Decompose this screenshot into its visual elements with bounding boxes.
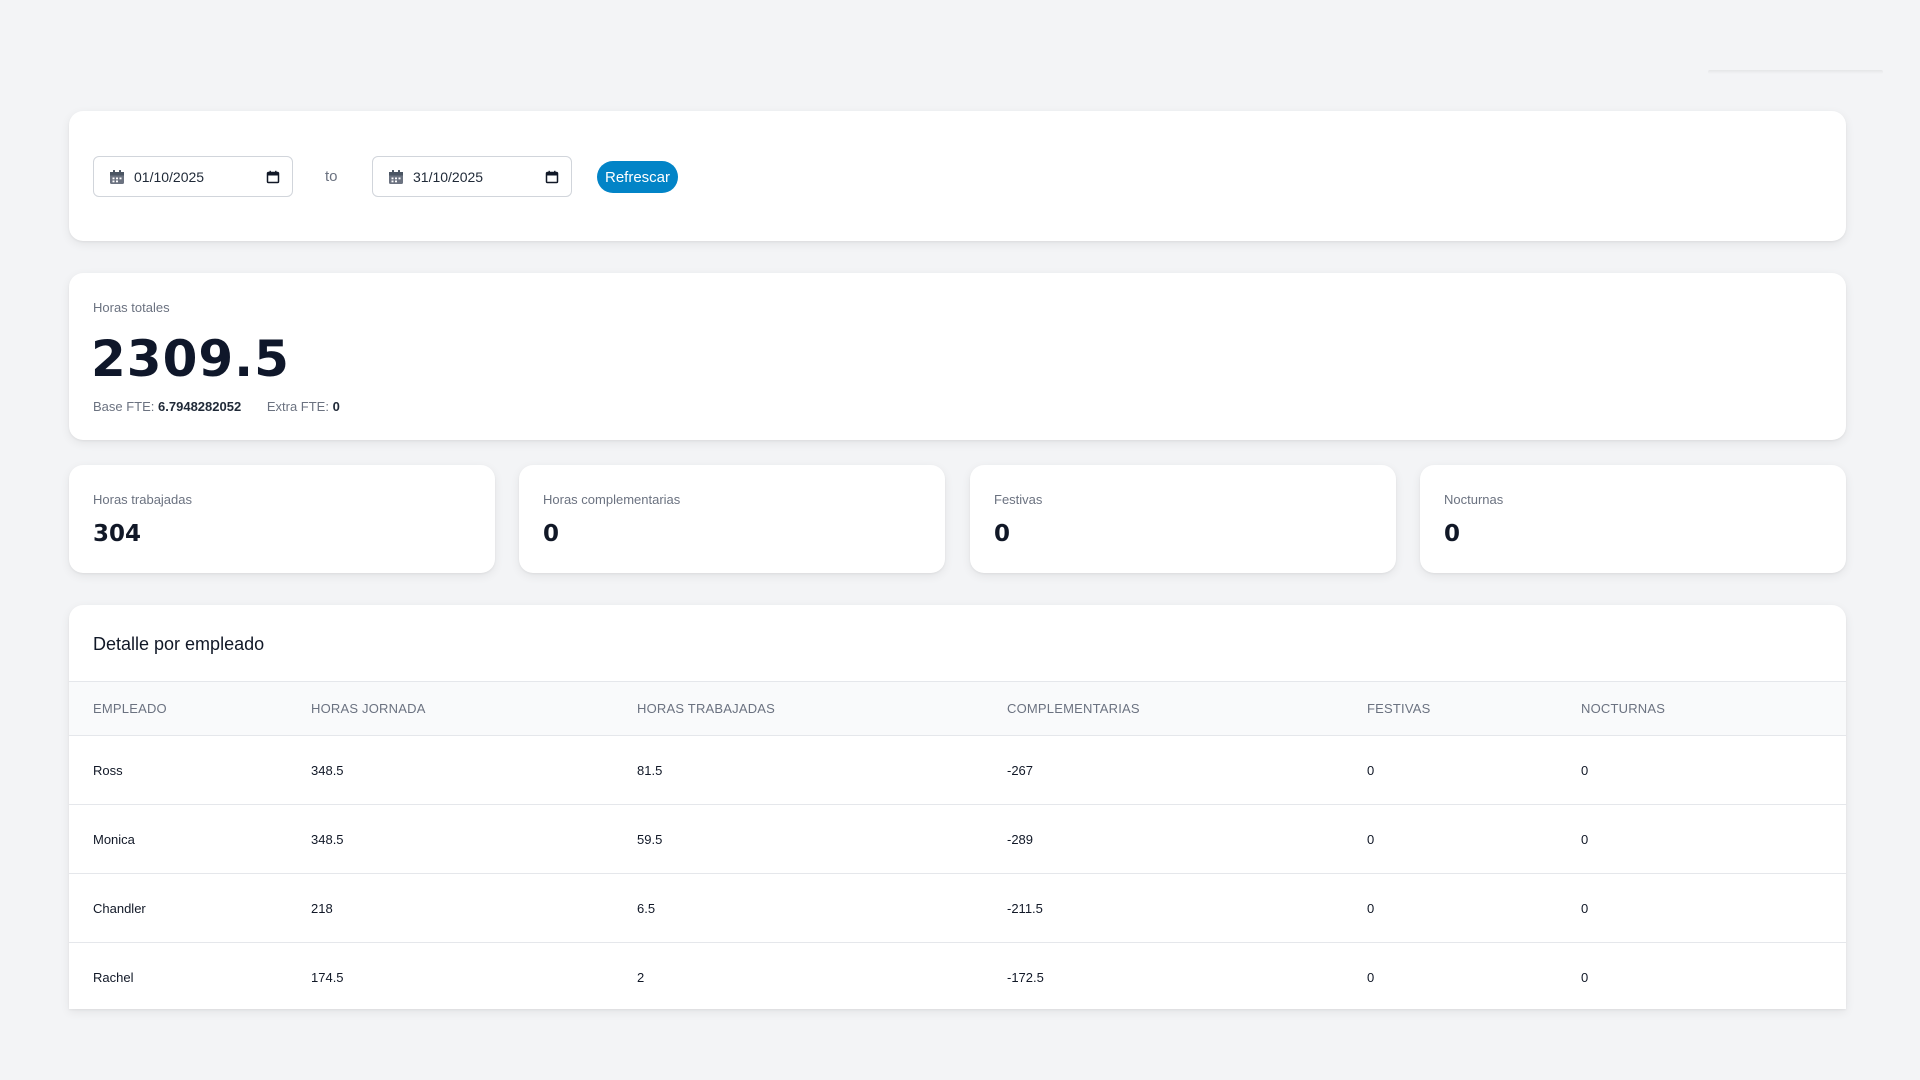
cell-night: 0: [1581, 942, 1846, 1009]
to-label: to: [325, 168, 338, 185]
table-row[interactable]: Rachel 174.5 2 -172.5 0 0: [69, 942, 1846, 1009]
date-picker-icon[interactable]: [266, 170, 280, 184]
cell-complementary: -172.5: [1007, 942, 1367, 1009]
from-date-value: 01/10/2025: [134, 168, 205, 185]
stat-label: Nocturnas: [1444, 492, 1504, 507]
cell-employee: Ross: [69, 735, 311, 805]
total-hours-card: Horas totales 2309.5 Base FTE: 6.7948282…: [69, 273, 1846, 440]
total-hours-label: Horas totales: [93, 300, 170, 315]
calendar-icon: [110, 169, 124, 184]
stat-card-holiday-hours: Festivas 0: [970, 465, 1396, 573]
employee-table: EMPLEADO HORAS JORNADA HORAS TRABAJADAS …: [69, 681, 1846, 1009]
cell-scheduled-hours: 174.5: [311, 942, 637, 1009]
cell-employee: Monica: [69, 804, 311, 874]
cell-scheduled-hours: 348.5: [311, 804, 637, 874]
cell-scheduled-hours: 218: [311, 873, 637, 943]
column-header-worked-hours[interactable]: HORAS TRABAJADAS: [637, 681, 1007, 736]
cell-night: 0: [1581, 804, 1846, 874]
stat-value: 0: [543, 521, 560, 547]
table-row[interactable]: Ross 348.5 81.5 -267 0 0: [69, 735, 1846, 805]
table-row[interactable]: Chandler 218 6.5 -211.5 0 0: [69, 873, 1846, 943]
cell-holidays: 0: [1367, 942, 1581, 1009]
base-fte-value: 6.7948282052: [158, 399, 242, 414]
stat-label: Festivas: [994, 492, 1043, 507]
column-header-night[interactable]: NOCTURNAS: [1581, 681, 1846, 736]
stat-card-worked-hours: Horas trabajadas 304: [69, 465, 495, 573]
column-header-holidays[interactable]: FESTIVAS: [1367, 681, 1581, 736]
column-header-employee[interactable]: EMPLEADO: [69, 681, 311, 736]
date-picker-icon[interactable]: [545, 170, 559, 184]
base-fte-label: Base FTE:: [93, 399, 155, 414]
stat-value: 0: [1444, 521, 1461, 547]
employee-detail-card: Detalle por empleado EMPLEADO HORAS JORN…: [69, 605, 1846, 1009]
to-date-value: 31/10/2025: [413, 168, 484, 185]
cell-worked-hours: 59.5: [637, 804, 1007, 874]
cell-worked-hours: 2: [637, 942, 1007, 1009]
top-shadow-bar: [1708, 70, 1883, 74]
column-header-scheduled-hours[interactable]: HORAS JORNADA: [311, 681, 637, 736]
refresh-button[interactable]: Refrescar: [597, 161, 679, 193]
stat-label: Horas complementarias: [543, 492, 681, 507]
stat-card-complementary-hours: Horas complementarias 0: [519, 465, 945, 573]
from-date-input[interactable]: 01/10/2025: [93, 156, 293, 197]
extra-fte-value: 0: [332, 399, 340, 414]
stat-value: 304: [93, 521, 142, 547]
date-filter-card: 01/10/2025 to 31/10/2025 Refrescar: [69, 111, 1846, 241]
cell-holidays: 0: [1367, 873, 1581, 943]
cell-worked-hours: 6.5: [637, 873, 1007, 943]
fte-summary: Base FTE: 6.7948282052 Extra FTE: 0: [93, 399, 340, 414]
cell-employee: Chandler: [69, 873, 311, 943]
stat-value: 0: [994, 521, 1011, 547]
cell-scheduled-hours: 348.5: [311, 735, 637, 805]
cell-complementary: -211.5: [1007, 873, 1367, 943]
extra-fte-label: Extra FTE:: [266, 399, 329, 414]
cell-holidays: 0: [1367, 735, 1581, 805]
column-header-complementary[interactable]: COMPLEMENTARIAS: [1007, 681, 1367, 736]
cell-night: 0: [1581, 873, 1846, 943]
cell-worked-hours: 81.5: [637, 735, 1007, 805]
table-header-row: EMPLEADO HORAS JORNADA HORAS TRABAJADAS …: [69, 681, 1846, 736]
cell-complementary: -289: [1007, 804, 1367, 874]
to-date-input[interactable]: 31/10/2025: [372, 156, 572, 197]
cell-complementary: -267: [1007, 735, 1367, 805]
cell-employee: Rachel: [69, 942, 311, 1009]
total-hours-value: 2309.5: [91, 330, 290, 388]
calendar-icon: [389, 169, 403, 184]
table-row[interactable]: Monica 348.5 59.5 -289 0 0: [69, 804, 1846, 874]
stat-card-night-hours: Nocturnas 0: [1420, 465, 1846, 573]
cell-night: 0: [1581, 735, 1846, 805]
stat-label: Horas trabajadas: [93, 492, 192, 507]
cell-holidays: 0: [1367, 804, 1581, 874]
table-title: Detalle por empleado: [93, 634, 265, 654]
